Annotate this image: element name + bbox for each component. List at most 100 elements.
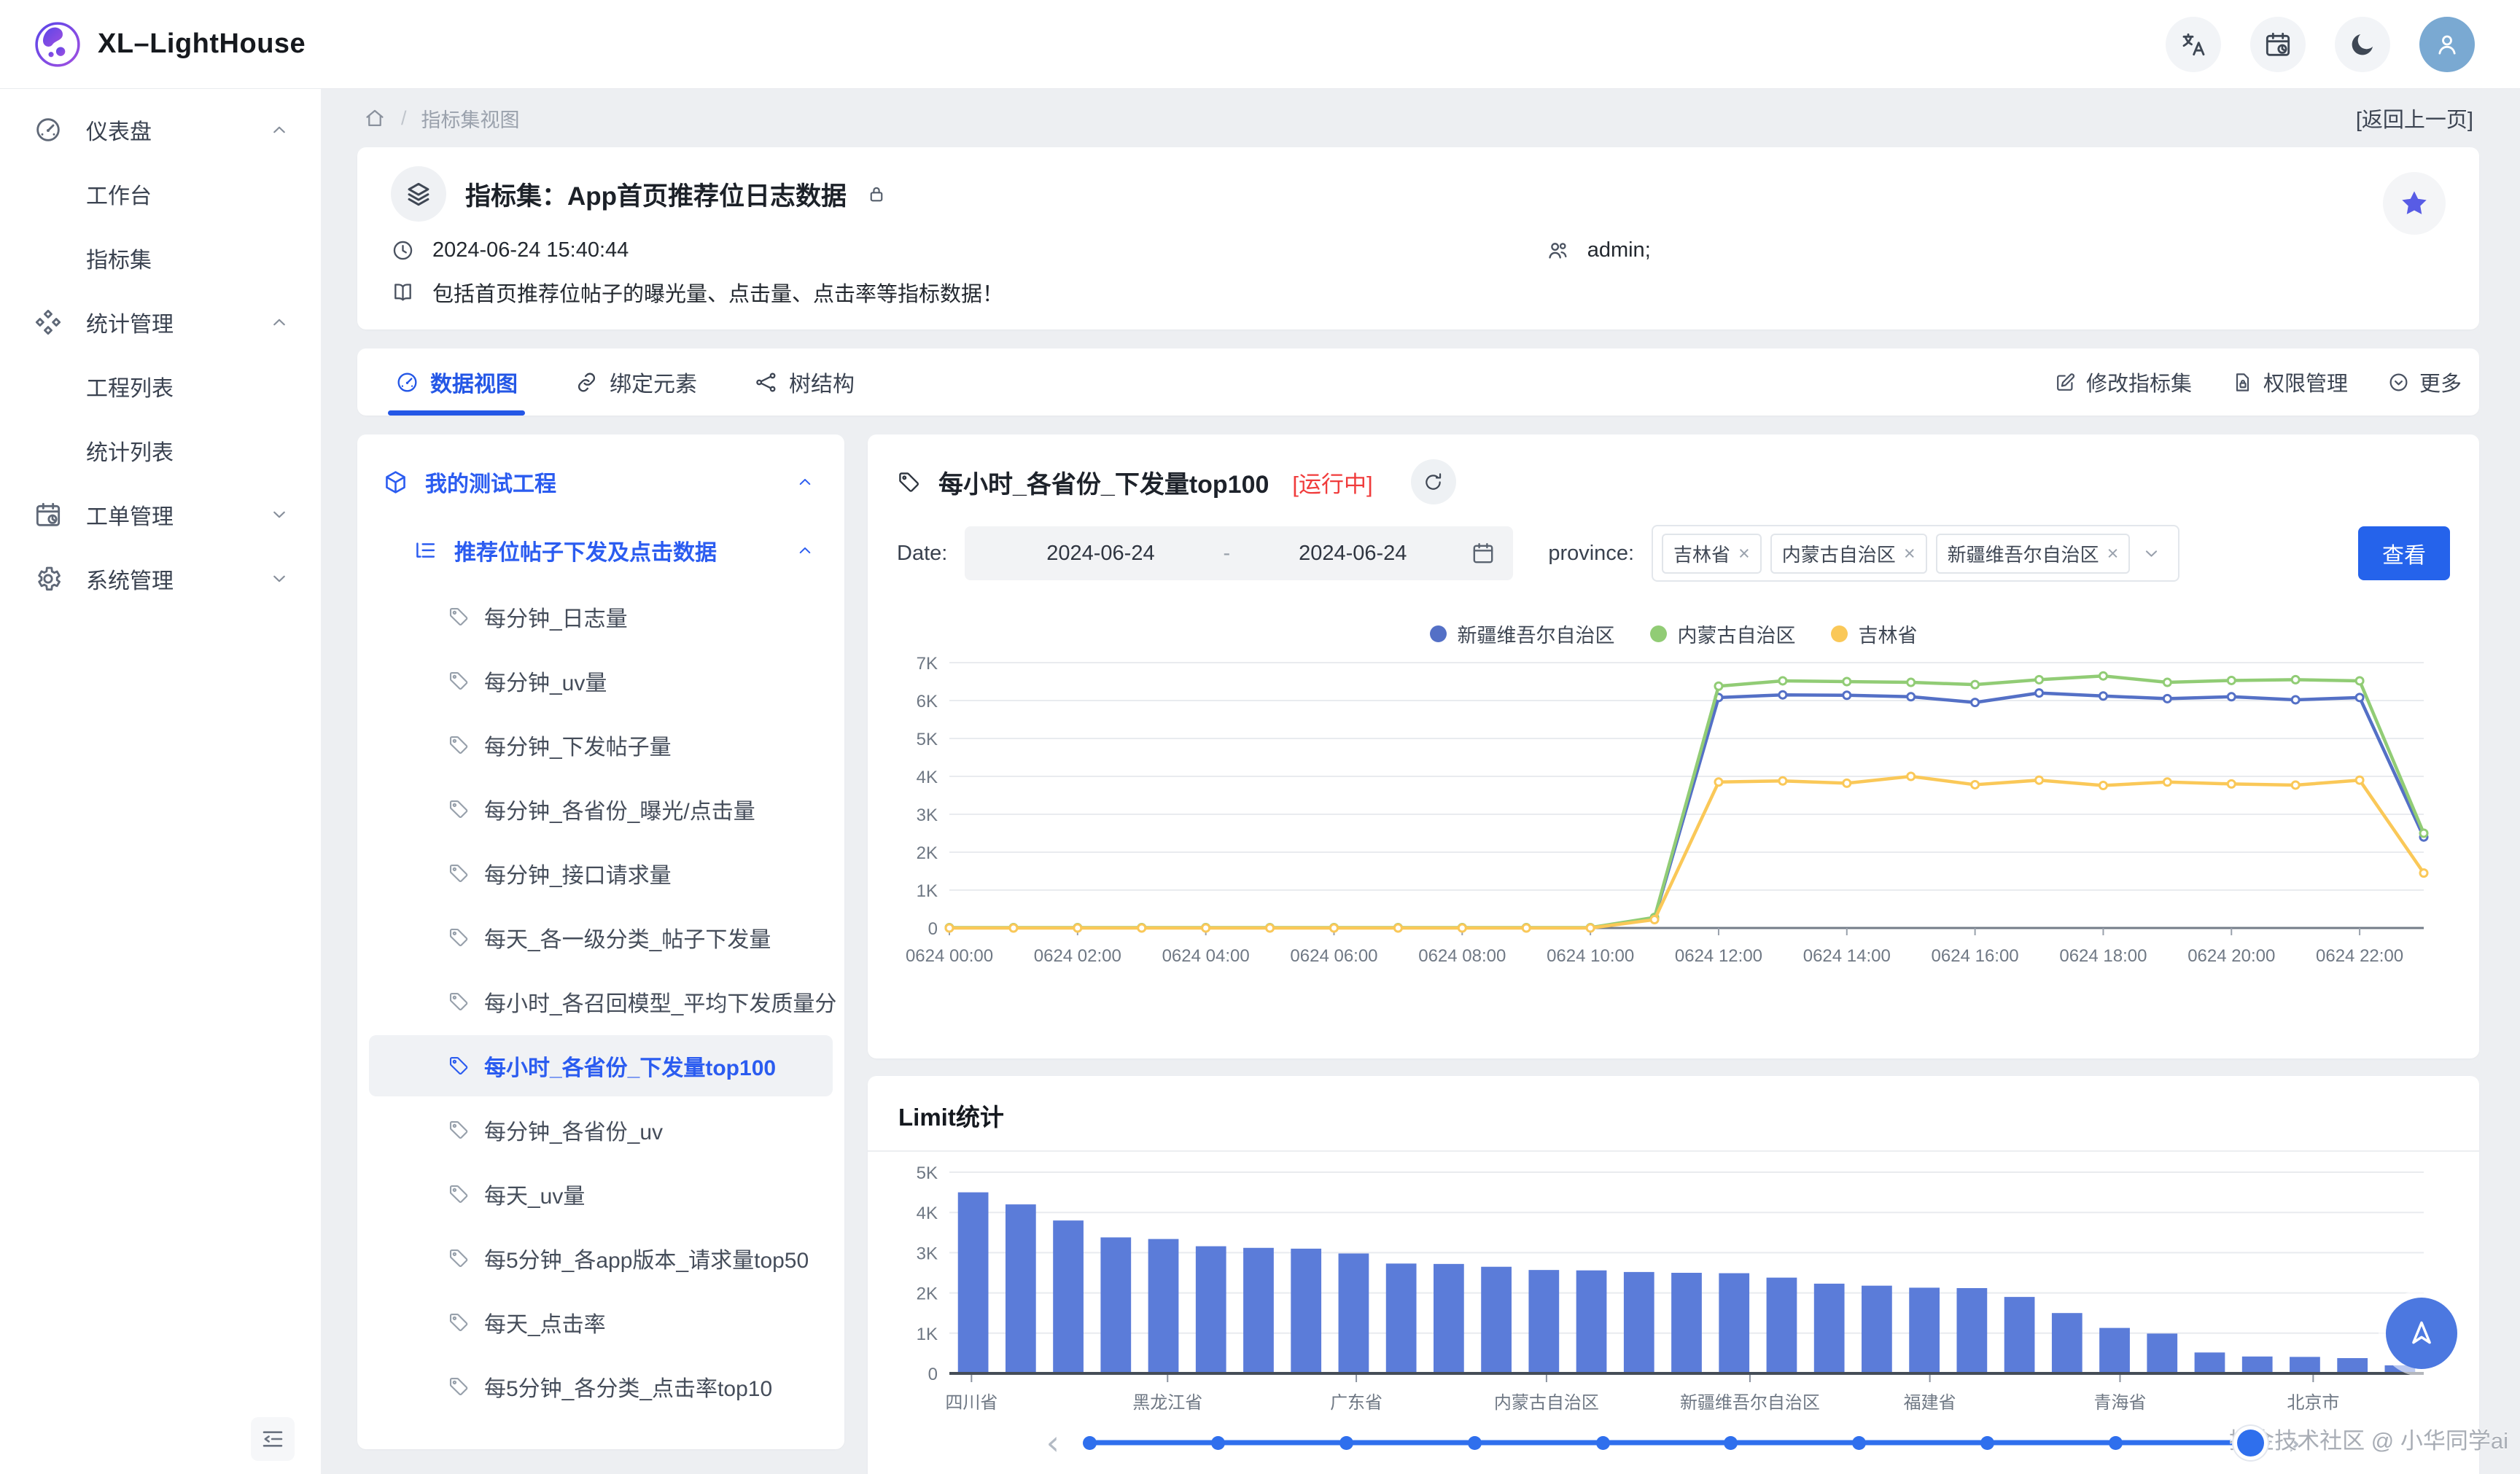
tree-item-9[interactable]: 每天_uv量 <box>357 1162 844 1226</box>
tree-item-8[interactable]: 每分钟_各省份_uv <box>357 1098 844 1162</box>
tree-item-10[interactable]: 每5分钟_各app版本_请求量top50 <box>357 1226 844 1290</box>
tabs: 数据视图绑定元素树结构 <box>388 348 904 416</box>
slider-dot[interactable] <box>1339 1436 1353 1450</box>
svg-text:内蒙古自治区: 内蒙古自治区 <box>1494 1393 1599 1413</box>
tree-item-7[interactable]: 每小时_各省份_下发量top100 <box>357 1034 844 1098</box>
legend-item[interactable]: 内蒙古自治区 <box>1650 620 1796 648</box>
svg-text:0: 0 <box>928 919 938 939</box>
svg-text:四川省: 四川省 <box>945 1393 998 1413</box>
translate-icon[interactable] <box>2166 17 2221 72</box>
more-button[interactable]: 更多 <box>2387 367 2462 397</box>
province-chip[interactable]: 新疆维吾尔自治区 × <box>1936 534 2131 574</box>
slider-dot[interactable] <box>1211 1436 1225 1450</box>
app-logo-icon <box>34 20 82 69</box>
chip-close-icon[interactable]: × <box>1904 544 1916 564</box>
right-column: 每小时_各省份_下发量top100 [运行中] Date: 2024-06-24… <box>868 434 2479 1474</box>
svg-text:青海省: 青海省 <box>2093 1393 2146 1413</box>
tree-item-1[interactable]: 每分钟_uv量 <box>357 649 844 713</box>
svg-text:6K: 6K <box>917 692 938 711</box>
chevron-down-icon[interactable] <box>2141 543 2162 564</box>
main-content: / 指标集视图 [返回上一页] 指标集：App首页推荐位日志数据 2024-06… <box>321 89 2520 1474</box>
edit-metric-set-button[interactable]: 修改指标集 <box>2054 367 2192 397</box>
slider-dot[interactable] <box>1083 1436 1097 1450</box>
date-start-value[interactable]: 2024-06-24 <box>982 542 1218 566</box>
tree-item-5[interactable]: 每天_各一级分类_帖子下发量 <box>357 905 844 970</box>
sidebar-item-workbench[interactable]: 工作台 <box>0 162 321 226</box>
tree-item-3[interactable]: 每分钟_各省份_曝光/点击量 <box>357 777 844 841</box>
svg-text:0624 14:00: 0624 14:00 <box>1803 946 1891 966</box>
slider-dot[interactable] <box>2109 1436 2123 1450</box>
chip-close-icon[interactable]: × <box>1738 544 1750 564</box>
pager-prev-icon[interactable]: ‹ <box>1046 1426 1059 1459</box>
metric-tree-panel: 我的测试工程推荐位帖子下发及点击数据每分钟_日志量每分钟_uv量每分钟_下发帖子… <box>357 434 844 1449</box>
province-chip[interactable]: 吉林省× <box>1662 534 1762 574</box>
sidebar-item-stat-mgmt[interactable]: 统计管理 <box>0 290 321 354</box>
moon-icon[interactable] <box>2335 17 2390 72</box>
tree-project[interactable]: 我的测试工程 <box>357 448 844 516</box>
svg-text:4K: 4K <box>917 768 938 787</box>
back-to-top-button[interactable] <box>2386 1298 2457 1369</box>
tree-item-2[interactable]: 每分钟_下发帖子量 <box>357 713 844 777</box>
tree-item-0[interactable]: 每分钟_日志量 <box>357 585 844 649</box>
refresh-button[interactable] <box>1411 459 1456 504</box>
legend-marker <box>1430 625 1447 642</box>
slider-dot[interactable] <box>1980 1436 1994 1450</box>
slider-dot[interactable] <box>1852 1436 1866 1450</box>
slider-dot[interactable] <box>1724 1436 1738 1450</box>
tree-item-4[interactable]: 每分钟_接口请求量 <box>357 841 844 905</box>
legend-item[interactable]: 吉林省 <box>1831 620 1918 648</box>
chip-label: 新疆维吾尔自治区 <box>1948 540 2099 567</box>
slider-dot[interactable] <box>1468 1436 1482 1450</box>
chevron-up-icon <box>268 119 290 141</box>
svg-text:0624 16:00: 0624 16:00 <box>1932 946 2019 966</box>
tree-group[interactable]: 推荐位帖子下发及点击数据 <box>357 516 844 585</box>
permission-mgmt-button[interactable]: 权限管理 <box>2231 367 2348 397</box>
tabs-bar: 数据视图绑定元素树结构 修改指标集 权限管理 更多 <box>357 348 2479 416</box>
calendar-icon[interactable] <box>1471 541 1496 566</box>
back-link[interactable]: [返回上一页] <box>2356 103 2473 133</box>
sidebar-item-dashboard[interactable]: 仪表盘 <box>0 98 321 162</box>
tree-item-11[interactable]: 每天_点击率 <box>357 1290 844 1354</box>
user-avatar-icon[interactable] <box>2419 17 2475 72</box>
tree-item-label: 每天_各一级分类_帖子下发量 <box>484 921 771 954</box>
tab-bind-elements[interactable]: 绑定元素 <box>567 348 704 416</box>
sidebar-item-ticket-mgmt[interactable]: 工单管理 <box>0 483 321 547</box>
svg-text:7K: 7K <box>917 654 938 674</box>
description-value: 包括首页推荐位帖子的曝光量、点击量、点击率等指标数据！ <box>432 277 1003 308</box>
svg-text:0624 18:00: 0624 18:00 <box>2059 946 2147 966</box>
pager-next-icon[interactable]: › <box>2287 1426 2301 1459</box>
sidebar-item-project-list[interactable]: 工程列表 <box>0 354 321 418</box>
tag-icon <box>448 670 470 692</box>
view-button[interactable]: 查看 <box>2358 526 2450 580</box>
sidebar-collapse-button[interactable] <box>251 1417 295 1461</box>
legend-label: 吉林省 <box>1859 620 1918 648</box>
tag-icon <box>448 862 470 884</box>
sidebar-menu: 仪表盘工作台指标集统计管理工程列表统计列表工单管理系统管理 <box>0 98 321 611</box>
app-title: XL–LightHouse <box>98 28 306 60</box>
svg-text:0624 22:00: 0624 22:00 <box>2316 946 2403 966</box>
province-chip[interactable]: 内蒙古自治区× <box>1770 534 1927 574</box>
province-select[interactable]: 吉林省×内蒙古自治区× 新疆维吾尔自治区 × <box>1652 525 2179 582</box>
svg-text:3K: 3K <box>917 806 938 825</box>
chevron-up-icon <box>795 540 815 561</box>
date-range-input[interactable]: 2024-06-24 - 2024-06-24 <box>965 526 1513 580</box>
sidebar-item-system-mgmt[interactable]: 系统管理 <box>0 547 321 611</box>
calendar-clock-icon[interactable] <box>2250 17 2306 72</box>
chip-close-icon[interactable]: × <box>2107 544 2119 564</box>
favorite-star-button[interactable] <box>2383 172 2446 235</box>
sidebar-item-stat-list[interactable]: 统计列表 <box>0 418 321 483</box>
slider-dot[interactable] <box>1596 1436 1610 1450</box>
slider-dot-active[interactable] <box>2237 1430 2264 1457</box>
tab-data-view[interactable]: 数据视图 <box>388 348 525 416</box>
brand[interactable]: XL–LightHouse <box>34 20 306 69</box>
legend-item[interactable]: 新疆维吾尔自治区 <box>1430 620 1615 648</box>
svg-text:2K: 2K <box>917 1284 938 1304</box>
tab-tree-structure[interactable]: 树结构 <box>747 348 862 416</box>
svg-text:0624 08:00: 0624 08:00 <box>1418 946 1506 966</box>
home-icon[interactable] <box>363 106 386 130</box>
tree-item-6[interactable]: 每小时_各召回模型_平均下发质量分 <box>357 970 844 1034</box>
date-end-value[interactable]: 2024-06-24 <box>1234 542 1471 566</box>
tree-item-12[interactable]: 每5分钟_各分类_点击率top10 <box>357 1354 844 1419</box>
sidebar-item-metric-sets[interactable]: 指标集 <box>0 226 321 290</box>
legend-label: 新疆维吾尔自治区 <box>1458 620 1615 648</box>
